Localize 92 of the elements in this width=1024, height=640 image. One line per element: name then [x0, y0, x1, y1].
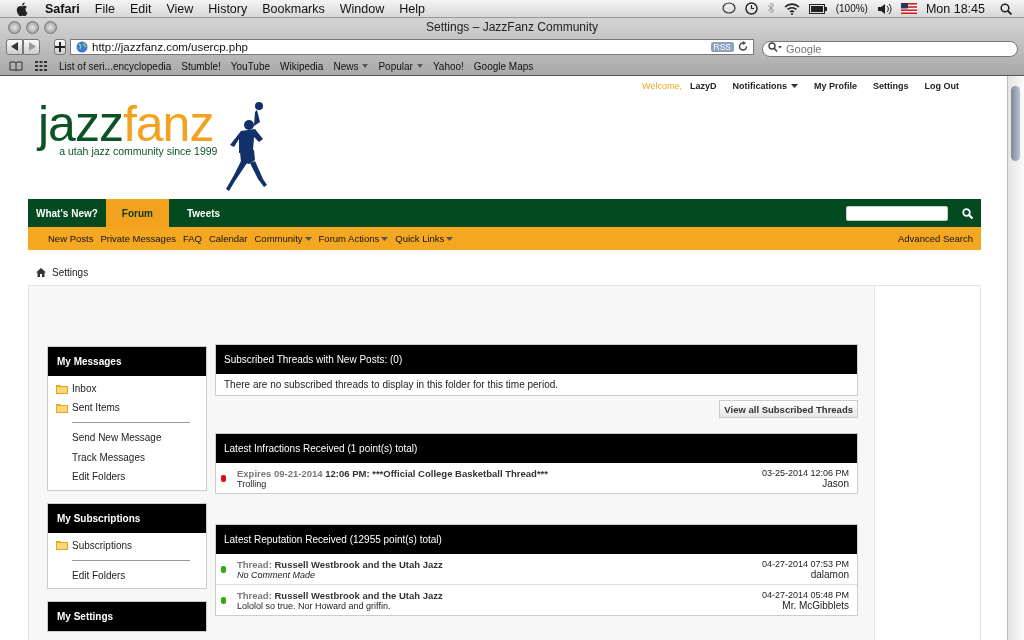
window-title: Settings – JazzFanz Community — [425, 20, 599, 34]
battery-icon[interactable] — [808, 3, 827, 14]
menu-item[interactable]: Edit — [129, 1, 152, 16]
bookmark-link[interactable]: Google Maps — [473, 60, 534, 72]
nav-tab[interactable]: Forum — [105, 199, 169, 227]
bookmark-link[interactable]: Yahoo! — [432, 60, 464, 72]
folder-icon — [56, 402, 68, 413]
entry-user[interactable]: Jason — [822, 477, 849, 489]
sub-nav-link[interactable]: Calendar — [208, 233, 248, 244]
sidebar-link[interactable]: Edit Folders — [56, 565, 206, 585]
menu-item[interactable]: Bookmarks — [262, 1, 325, 16]
search-icon[interactable] — [962, 207, 973, 219]
view-all-button[interactable]: View all Subscribed Threads — [719, 400, 858, 418]
entry-date: 04-27-2014 05:48 PM — [761, 589, 849, 600]
entry-comment: Lololol so true. Nor Howard and griffin. — [237, 600, 392, 611]
folder-icon — [56, 383, 68, 394]
sub-nav-link[interactable]: Community — [254, 233, 312, 244]
menu-item[interactable]: View — [166, 1, 194, 16]
right-triangle-icon — [27, 42, 36, 51]
folder-link[interactable]: Inbox — [72, 383, 97, 394]
empty-message: There are no subscribed threads to display in this folder for this time period. — [223, 378, 560, 392]
url-text: http://jazzfanz.com/usercp.php — [92, 40, 249, 53]
menu-item[interactable]: File — [94, 1, 115, 16]
entry-date: 03-25-2014 12:06 PM — [761, 467, 849, 478]
sub-nav-link[interactable]: New Posts — [48, 233, 94, 244]
nav-tab[interactable]: Tweets — [168, 199, 229, 227]
back-button[interactable] — [6, 38, 23, 55]
welcome-text: Welcome, — [642, 81, 682, 91]
entry-title[interactable]: Thread: Russell Westbrook and the Utah Jazz — [237, 589, 762, 601]
reload-icon[interactable] — [738, 41, 748, 52]
speaker-icon[interactable] — [876, 2, 892, 15]
book-icon[interactable] — [9, 61, 23, 71]
section-heading: Latest Infractions Received (1 point(s) total) — [216, 434, 857, 463]
app-menu[interactable]: Safari — [45, 1, 80, 16]
advanced-search-link[interactable]: Advanced Search — [898, 233, 973, 244]
forward-button[interactable] — [23, 38, 40, 55]
search-field[interactable]: Google — [762, 40, 1018, 57]
sidebar-heading: My Messages — [48, 347, 206, 376]
entry-title[interactable]: Expires 09-21-2014 12:06 PM: ***Official College Basketball Thread*** — [237, 467, 762, 479]
sub-nav-link[interactable]: Forum Actions — [318, 233, 389, 244]
user-menu-link[interactable]: Settings — [873, 81, 909, 91]
section-heading: Latest Reputation Received (12955 point(s) total) — [216, 525, 857, 554]
wifi-icon[interactable] — [783, 2, 800, 15]
sub-nav-link[interactable]: Private Messages — [100, 233, 176, 244]
folder-icon — [56, 540, 68, 550]
bookmark-link[interactable]: List of seri...encyclopedia — [59, 60, 172, 72]
sub-nav-link[interactable]: Quick Links — [395, 233, 454, 244]
menu-item[interactable]: Help — [399, 1, 425, 16]
minimize-button[interactable] — [26, 21, 39, 34]
grid-icon[interactable] — [35, 61, 47, 71]
sidebar-link[interactable]: Track Messages — [56, 447, 206, 467]
entry-user[interactable]: Mr. McGibblets — [782, 599, 849, 611]
bookmark-link[interactable]: YouTube — [230, 60, 271, 72]
address-field[interactable]: http://jazzfanz.com/usercp.php RSS — [70, 38, 754, 55]
close-button[interactable] — [8, 21, 21, 34]
nav-tab[interactable]: What's New? — [28, 199, 106, 227]
folder-link[interactable]: Subscriptions — [72, 539, 133, 551]
menu-clock[interactable]: Mon 18:45 — [925, 1, 985, 16]
entry-title[interactable]: Thread: Russell Westbrook and the Utah Jazz — [237, 558, 762, 570]
globe-icon — [76, 40, 88, 53]
entry-date: 04-27-2014 07:53 PM — [761, 558, 849, 569]
sidebar-heading: My Settings — [48, 602, 206, 631]
battery-percentage: (100%) — [835, 3, 868, 14]
user-menu-link[interactable]: Log Out — [924, 81, 959, 91]
clock-icon[interactable] — [744, 2, 758, 15]
breadcrumb-text: Settings — [52, 266, 89, 278]
folder-link[interactable]: Sent Items — [72, 402, 120, 413]
site-search-field[interactable] — [846, 205, 948, 221]
sub-nav-link[interactable]: FAQ — [182, 233, 202, 244]
bookmark-link[interactable]: Stumble! — [181, 60, 221, 72]
apple-logo-icon[interactable] — [16, 1, 28, 16]
left-triangle-icon — [10, 42, 19, 51]
us-flag-icon[interactable] — [900, 3, 917, 14]
bookmark-link[interactable]: News — [333, 60, 369, 72]
sidebar-link[interactable]: Edit Folders — [56, 467, 206, 487]
bookmark-link[interactable]: Wikipedia — [280, 60, 324, 72]
username-link[interactable]: LazyD — [689, 81, 717, 91]
bookmark-link[interactable]: Popular — [378, 60, 423, 72]
entry-comment: No Comment Made — [237, 569, 317, 580]
entry-comment: Trolling — [237, 478, 267, 489]
zoom-button[interactable] — [44, 21, 57, 34]
entry-user[interactable]: dalamon — [810, 568, 849, 580]
user-menu-link[interactable]: Notifications — [732, 81, 798, 91]
search-icon[interactable] — [1000, 2, 1012, 15]
menu-item[interactable]: History — [208, 1, 248, 16]
add-bookmark-button[interactable] — [54, 38, 66, 55]
sidebar-heading: My Subscriptions — [48, 503, 206, 533]
sidebar-link[interactable]: Send New Message — [56, 428, 206, 448]
home-icon[interactable] — [36, 267, 46, 277]
section-heading: Subscribed Threads with New Posts: (0) — [216, 345, 857, 374]
user-menu-link[interactable]: My Profile — [813, 81, 857, 91]
menu-item[interactable]: Window — [339, 1, 385, 16]
